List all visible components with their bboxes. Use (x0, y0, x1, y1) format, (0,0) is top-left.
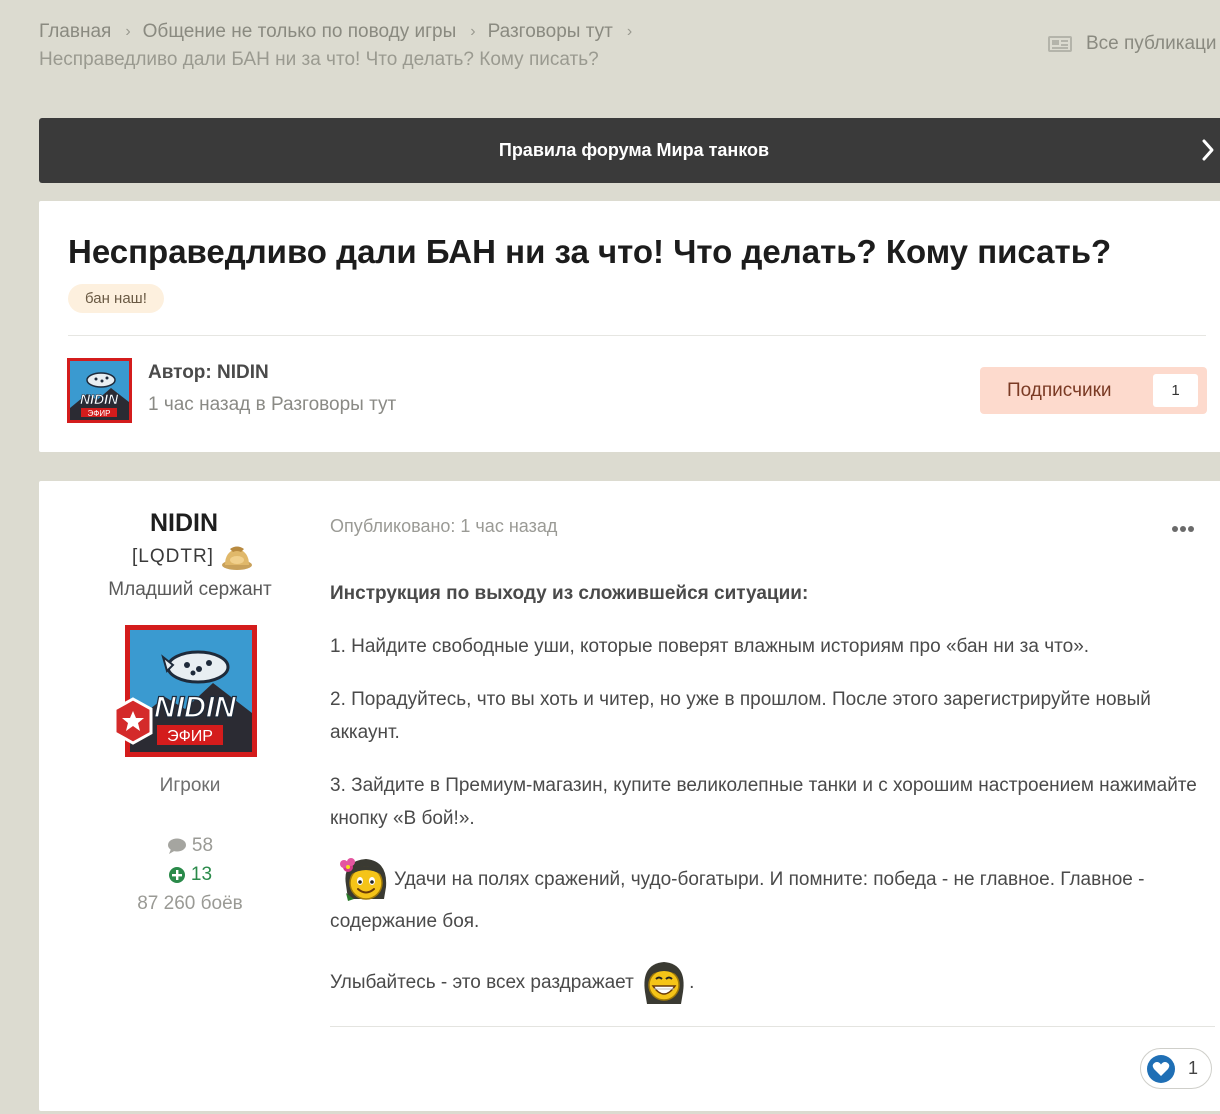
author-name[interactable]: Автор: NIDIN (148, 362, 269, 384)
subscribe-label: Подписчики (1007, 379, 1112, 401)
post-paragraph: Улыбайтесь - это всех раздражает . (330, 958, 1220, 1008)
forum-rules-banner[interactable]: Правила форума Мира танков (39, 118, 1220, 183)
plus-circle-icon (168, 866, 185, 883)
chevron-right-icon: › (470, 23, 476, 40)
post-date: Опубликовано: 1 час назад (330, 516, 558, 536)
breadcrumb-home[interactable]: Главная (39, 21, 111, 43)
newspaper-icon (1048, 36, 1072, 52)
like-count: 1 (1188, 1058, 1199, 1078)
subscribe-count: 1 (1153, 374, 1198, 407)
divider (330, 1026, 1215, 1027)
topic-tag[interactable]: бан наш! (68, 284, 164, 313)
breadcrumb-current: Несправедливо дали БАН ни за что! Что де… (39, 49, 599, 70)
user-reputation: 13 (190, 864, 213, 885)
page-title: Несправедливо дали БАН ни за что! Что де… (68, 233, 1112, 270)
clan-tag[interactable]: [LQDTR] (132, 543, 254, 571)
like-button[interactable]: 1 (1140, 1048, 1212, 1089)
all-publications-label: Все публикаци (1086, 33, 1217, 54)
post-heading: Инструкция по выходу из сложившейся ситу… (330, 583, 809, 604)
topic-meta: 1 час назад в Разговоры тут (148, 394, 397, 415)
user-avatar[interactable]: NIDIN ЭФИР (113, 621, 259, 761)
user-group: Игроки (159, 775, 221, 796)
heart-icon (1147, 1054, 1175, 1083)
user-stats: 58 13 87 260 боёв (39, 831, 341, 918)
breadcrumb-talks[interactable]: Разговоры тут (488, 21, 613, 43)
all-publications-link[interactable]: Все публикаци (1048, 33, 1217, 55)
clan-emblem-icon (221, 546, 252, 570)
breadcrumb: Главная › Общение не только по поводу иг… (39, 20, 999, 71)
post-smile-text: Улыбайтесь - это всех раздражает (330, 972, 634, 994)
avatar-name-text: NIDIN (154, 691, 237, 724)
avatar-badge-text: ЭФИР (167, 728, 213, 745)
comment-icon (167, 838, 186, 854)
post-paragraph: Удачи на полях сражений, чудо-богатыри. … (330, 855, 1220, 938)
post-paragraph: 1. Найдите свободные уши, которые поверя… (330, 636, 1090, 657)
chevron-right-icon (1202, 139, 1214, 161)
post-content: Инструкция по выходу из сложившейся ситу… (330, 577, 1220, 1028)
chevron-right-icon: › (626, 23, 633, 40)
chevron-right-icon: › (125, 23, 131, 40)
user-rank: Младший сержант (108, 579, 272, 600)
user-battles: 87 260 боёв (137, 893, 243, 914)
post: NIDIN [LQDTR] Младший сержант NIDIN ЭФИР… (39, 481, 1220, 1111)
post-farewell-text: Удачи на полях сражений, чудо-богатыри. … (330, 869, 1145, 932)
subscribe-button[interactable]: Подписчики 1 (980, 367, 1207, 414)
user-post-count: 58 (191, 835, 214, 856)
author-avatar[interactable]: NIDIN ЭФИР (67, 358, 132, 423)
breadcrumb-offtopic[interactable]: Общение не только по поводу игры (143, 21, 457, 43)
forum-rules-label: Правила форума Мира танков (498, 140, 770, 160)
divider (68, 335, 1206, 336)
clan-label: [LQDTR] (132, 546, 214, 567)
post-smile-end: . (689, 972, 695, 994)
grinning-smiley-icon (644, 962, 684, 1004)
post-author-name[interactable]: NIDIN (39, 509, 329, 538)
post-paragraph: 2. Порадуйтесь, что вы хоть и читер, но … (330, 689, 1151, 743)
post-paragraph: 3. Зайдите в Премиум-магазин, купите вел… (330, 775, 1197, 829)
svg-text:ЭФИР: ЭФИР (88, 409, 111, 418)
more-options-icon[interactable] (1171, 525, 1195, 533)
svg-text:NIDIN: NIDIN (80, 391, 119, 407)
topic-header: Несправедливо дали БАН ни за что! Что де… (39, 201, 1220, 452)
smiley-with-flower-icon (340, 858, 387, 901)
